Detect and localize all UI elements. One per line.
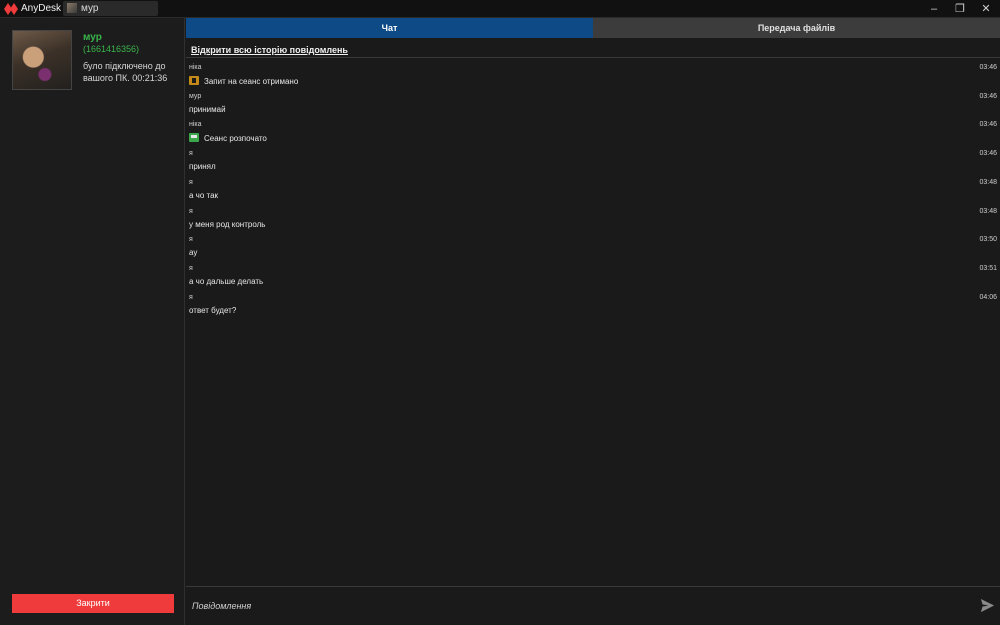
message-time: 03:48 [979, 207, 997, 215]
session-started-icon [189, 133, 199, 143]
title-bar: AnyDesk мур – ❐ ✕ [0, 0, 1000, 18]
chat-message: я 03:51 а чо дальше делать [189, 263, 997, 291]
session-sidebar: мур (1661416356) було підключено до вашо… [0, 18, 185, 625]
message-time: 03:46 [979, 92, 997, 100]
chat-messages: ніка 03:46 Запит на сеанс отримано мур 03:46… [186, 62, 1000, 582]
message-time: 03:46 [979, 150, 997, 158]
message-sender: мур [189, 92, 202, 100]
tab-file-transfer[interactable]: Передача файлів [593, 18, 1000, 38]
anydesk-logo-icon [4, 3, 18, 15]
message-body: ау [189, 248, 197, 257]
session-request-icon [189, 76, 199, 85]
message-input[interactable] [192, 596, 962, 616]
message-sender: ніка [189, 121, 202, 129]
peer-id: (1661416356) [83, 44, 140, 54]
chat-message: я 03:50 ау [189, 234, 997, 262]
message-sender: я [189, 178, 193, 186]
peer-name: мур [83, 32, 102, 43]
message-text: Запит на сеанс отримано [204, 77, 299, 86]
message-body: ответ будет? [189, 306, 236, 315]
connection-status: було підключено до вашого ПК. 00:21:36 [83, 61, 168, 83]
tab-chat[interactable]: Чат [186, 18, 593, 38]
message-time: 03:46 [979, 64, 997, 71]
session-tab[interactable]: мур [63, 1, 158, 16]
app-name: AnyDesk [21, 3, 62, 14]
message-time: 03:51 [979, 264, 997, 272]
message-body: у меня род контроль [189, 220, 265, 229]
message-sender: я [189, 150, 193, 158]
send-icon[interactable] [980, 598, 995, 613]
close-session-button[interactable]: Закрити [12, 594, 174, 613]
message-sender: ніка [189, 64, 202, 71]
message-time: 03:48 [979, 178, 997, 186]
minimize-button[interactable]: – [922, 0, 946, 18]
peer-avatar [12, 30, 72, 90]
message-text: принимай [189, 104, 226, 114]
message-text: у меня род контроль [189, 219, 266, 229]
chat-message: я 03:46 принял [189, 148, 997, 176]
message-text: ответ будет? [189, 305, 237, 315]
session-tabs: Чат Передача файлів [186, 18, 1000, 38]
chat-message: ніка 03:46 Сеанс розпочато [189, 119, 997, 147]
message-sender: я [189, 236, 193, 244]
message-text: а чо дальше делать [189, 276, 264, 286]
restore-button[interactable]: ❐ [948, 0, 972, 18]
message-time: 04:06 [979, 293, 997, 301]
message-body: Сеанс розпочато [189, 133, 267, 143]
message-body: а чо дальше делать [189, 277, 263, 286]
open-history-link[interactable]: Відкрити всю історію повідомлень [191, 45, 348, 55]
session-tab-label: мур [81, 3, 99, 14]
message-time: 03:46 [979, 121, 997, 129]
message-text: Сеанс розпочато [204, 134, 267, 144]
message-sender: я [189, 207, 193, 215]
message-sender: я [189, 264, 193, 272]
chat-message: я 03:48 а чо так [189, 177, 997, 205]
message-body: принимай [189, 105, 226, 114]
divider [186, 586, 1000, 587]
chat-message: ніка 03:46 Запит на сеанс отримано [189, 62, 997, 90]
message-text: ау [189, 248, 198, 258]
message-body: Запит на сеанс отримано [189, 76, 298, 86]
chat-message: я 04:06 ответ будет? [189, 292, 997, 320]
message-body: принял [189, 162, 216, 171]
message-text: а чо так [189, 190, 219, 200]
divider [186, 57, 1000, 58]
window-close-button[interactable]: ✕ [974, 0, 998, 18]
message-time: 03:50 [979, 236, 997, 244]
chat-message: я 03:48 у меня род контроль [189, 206, 997, 234]
chat-message: мур 03:46 принимай [189, 91, 997, 119]
message-body: а чо так [189, 191, 218, 200]
message-sender: я [189, 293, 193, 301]
session-avatar-icon [67, 3, 77, 13]
message-text: принял [189, 162, 216, 172]
